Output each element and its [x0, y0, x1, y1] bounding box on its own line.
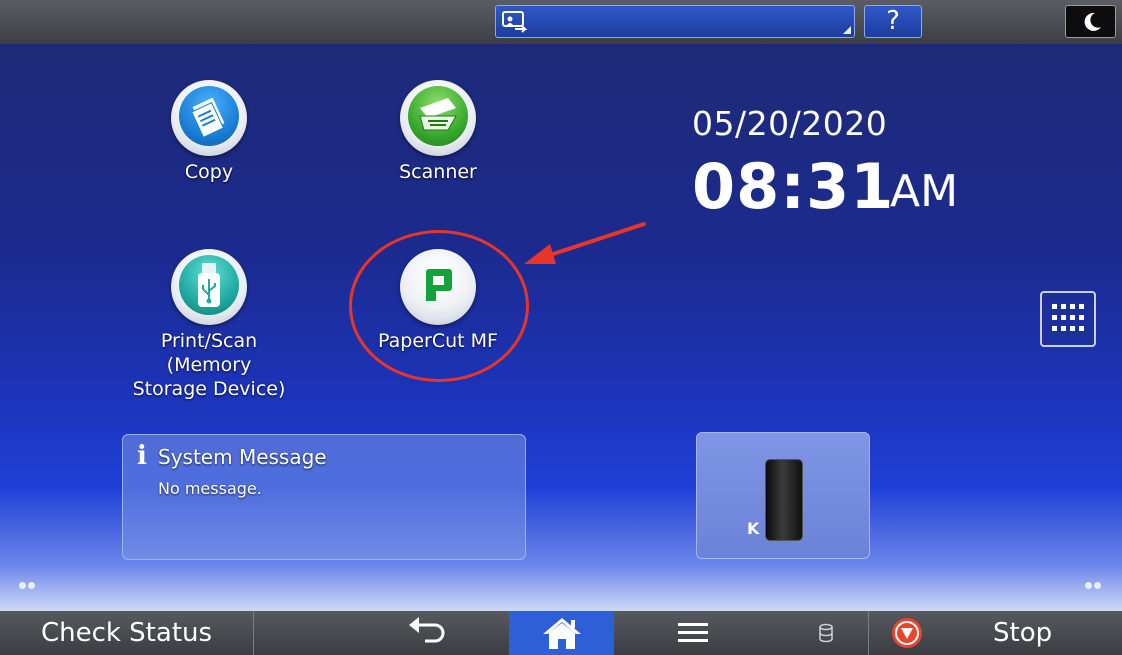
app-label: Scanner — [399, 161, 477, 183]
divider — [868, 611, 869, 655]
arrow-annotation-icon — [524, 222, 646, 264]
app-scanner[interactable]: Scanner — [348, 80, 528, 184]
system-message-body: No message. — [158, 479, 262, 498]
page-indicator-right[interactable] — [1085, 574, 1105, 589]
bottom-bar: Check Status Stop — [0, 611, 1122, 655]
menu-icon[interactable] — [678, 622, 708, 644]
screen-source-selector[interactable] — [495, 5, 855, 38]
toner-level-widget[interactable]: K — [696, 432, 870, 559]
toner-label: K — [747, 519, 760, 538]
copy-icon — [171, 80, 247, 156]
app-label: Print/Scan (Memory Storage Device) — [132, 330, 286, 400]
ampm-display: AM — [890, 166, 959, 217]
time-display: 08:31 — [692, 150, 895, 223]
app-copy[interactable]: Copy — [119, 80, 299, 184]
app-label: Copy — [184, 161, 234, 183]
info-icon: i — [137, 441, 147, 471]
help-button[interactable]: ? — [864, 5, 922, 38]
screen-source-icon — [502, 11, 528, 33]
app-memory-storage-device[interactable]: Print/Scan (Memory Storage Device) — [119, 249, 299, 401]
system-message-title: System Message — [158, 445, 327, 469]
home-button[interactable] — [509, 611, 614, 655]
stop-button[interactable]: Stop — [993, 611, 1052, 655]
highlight-circle — [349, 230, 529, 382]
system-message-widget[interactable]: i System Message No message. — [122, 434, 526, 560]
stop-icon[interactable] — [891, 617, 923, 649]
home-screen: Copy Scanner Print/Scan (Memory Storage … — [0, 44, 1122, 611]
data-storage-icon — [819, 623, 833, 643]
dropdown-corner-icon — [843, 26, 851, 34]
date-display: 05/20/2020 — [692, 104, 888, 143]
page-indicator-left[interactable] — [19, 574, 39, 589]
top-bar: ? — [0, 0, 1122, 44]
home-icon — [543, 618, 581, 649]
energy-saver-button[interactable] — [1065, 5, 1116, 38]
grid-icon — [1052, 304, 1084, 331]
check-status-button[interactable]: Check Status — [0, 611, 254, 655]
toner-cartridge-icon — [765, 459, 803, 541]
moon-icon — [1084, 12, 1101, 31]
usb-icon — [171, 249, 247, 325]
app-list-button[interactable] — [1040, 291, 1096, 347]
back-icon[interactable] — [405, 617, 451, 649]
scanner-icon — [400, 80, 476, 156]
